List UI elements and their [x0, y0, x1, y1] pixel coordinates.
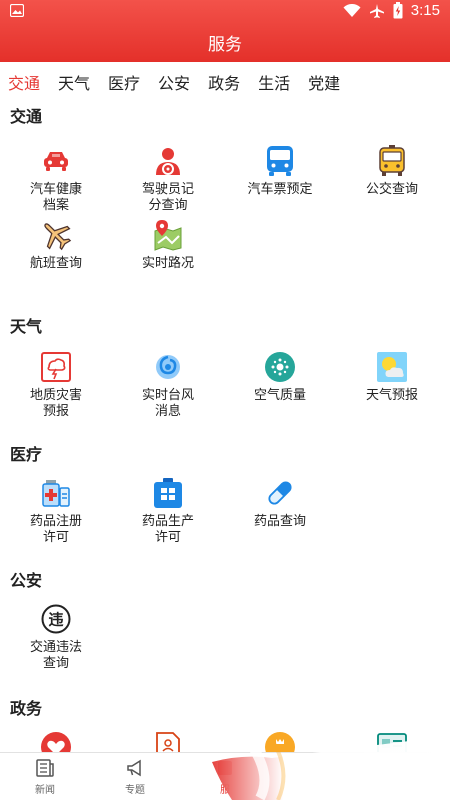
tab-weather[interactable]: 天气 [58, 70, 90, 94]
violation-icon: 违 [41, 604, 71, 634]
service-medicine-query[interactable]: 药品查询 [224, 476, 336, 546]
tab-government[interactable]: 政务 [208, 70, 240, 94]
tab-medical[interactable]: 医疗 [108, 70, 140, 94]
status-bar: 3:15 [0, 0, 450, 24]
bus-icon [267, 146, 293, 176]
nav-label: 新闻 [35, 785, 55, 796]
battery-icon [393, 2, 403, 19]
section-police: 公安 违 交通违法 查询 [0, 566, 450, 694]
medicine-register-icon [42, 480, 70, 507]
id-card-icon [377, 733, 407, 752]
service-label: 药品注册 许可 [29, 514, 82, 545]
service-label: 天气预报 [365, 388, 418, 403]
bottom-nav: 新闻 专题 服 [0, 752, 450, 800]
service-label: 驾驶员记 分查询 [141, 182, 194, 213]
heart-badge-icon [41, 732, 71, 752]
section-weather: 天气 地质灾害 预报 实时台风 消息 空气质量 天气预报 [0, 312, 450, 440]
status-icons: 3:15 [343, 2, 440, 19]
service-label: 公交查询 [365, 182, 418, 197]
service-label: 交通违法 查询 [29, 640, 82, 671]
nav-topics[interactable]: 专题 [90, 757, 180, 796]
nav-label: 服 [220, 785, 230, 796]
tab-traffic[interactable]: 交通 [8, 70, 40, 94]
page-title: 服务 [208, 35, 242, 55]
service-government-2[interactable] [112, 730, 224, 752]
service-driver-points[interactable]: 驾驶员记 分查询 [112, 144, 224, 218]
service-geo-hazard[interactable]: 地质灾害 预报 [0, 350, 112, 420]
section-traffic: 交通 汽车健康 档案 驾驶员记 分查询 汽车票预定 公交查询 航班查询 实时路况 [0, 102, 450, 312]
service-air-quality[interactable]: 空气质量 [224, 350, 336, 420]
service-weather-forecast[interactable]: 天气预报 [336, 350, 448, 420]
service-label: 实时路况 [141, 256, 194, 271]
news-icon [36, 759, 54, 777]
section-title: 交通 [10, 107, 43, 126]
service-icon [218, 761, 232, 775]
map-pin-icon [154, 220, 182, 251]
nav-services[interactable]: 服 [180, 757, 270, 796]
svg-text:违: 违 [48, 611, 63, 629]
service-car-health[interactable]: 汽车健康 档案 [0, 144, 112, 218]
service-label: 航班查询 [29, 256, 82, 271]
document-person-icon [156, 732, 180, 752]
service-label: 地质灾害 预报 [29, 388, 82, 419]
service-bus-query[interactable]: 公交查询 [336, 144, 448, 218]
weather-icon [377, 352, 407, 382]
section-title: 天气 [10, 317, 43, 336]
status-time: 3:15 [410, 2, 440, 19]
service-typhoon[interactable]: 实时台风 消息 [112, 350, 224, 420]
service-government-4[interactable] [336, 730, 448, 752]
service-government-3[interactable] [224, 730, 336, 752]
category-tabs: 交通 天气 医疗 公安 政务 生活 党建 [0, 62, 450, 102]
service-list: 交通 汽车健康 档案 驾驶员记 分查询 汽车票预定 公交查询 航班查询 实时路况… [0, 102, 450, 752]
service-label: 空气质量 [253, 388, 306, 403]
airplane-icon [44, 223, 72, 251]
tab-life[interactable]: 生活 [258, 70, 290, 94]
service-flight-query[interactable]: 航班查询 [0, 218, 112, 288]
service-label: 实时台风 消息 [141, 388, 194, 419]
service-government-1[interactable] [0, 730, 112, 752]
service-traffic-violation[interactable]: 违 交通违法 查询 [0, 602, 112, 672]
medicine-production-icon [154, 478, 182, 508]
service-label: 汽车票预定 [247, 182, 313, 197]
megaphone-icon [127, 759, 141, 777]
tab-police[interactable]: 公安 [158, 70, 190, 94]
service-label: 汽车健康 档案 [29, 182, 82, 213]
service-bus-ticket[interactable]: 汽车票预定 [224, 144, 336, 218]
nav-label: 专题 [125, 785, 145, 796]
car-icon [44, 152, 68, 171]
airplane-mode-icon [369, 3, 384, 18]
typhoon-icon [156, 355, 180, 379]
gallery-icon [10, 4, 24, 17]
nav-news[interactable]: 新闻 [0, 757, 90, 796]
section-medical: 医疗 药品注册 许可 药品生产 许可 药品查询 [0, 440, 450, 566]
wifi-icon [343, 3, 361, 17]
service-traffic-status[interactable]: 实时路况 [112, 218, 224, 288]
section-title: 公安 [10, 571, 43, 590]
service-label: 药品查询 [253, 514, 306, 529]
driver-icon [156, 148, 180, 175]
hazard-icon [41, 352, 71, 382]
tab-party[interactable]: 党建 [308, 70, 340, 94]
badge-icon [265, 732, 295, 752]
section-title: 政务 [10, 699, 43, 718]
air-quality-icon [265, 352, 295, 382]
service-medicine-production[interactable]: 药品生产 许可 [112, 476, 224, 546]
pill-icon [268, 481, 292, 505]
service-label: 药品生产 许可 [141, 514, 194, 545]
section-government: 政务 [0, 694, 450, 752]
app-header: 3:15 服务 [0, 0, 450, 62]
service-medicine-register[interactable]: 药品注册 许可 [0, 476, 112, 546]
bus-card-icon [379, 145, 405, 176]
section-title: 医疗 [10, 445, 43, 464]
